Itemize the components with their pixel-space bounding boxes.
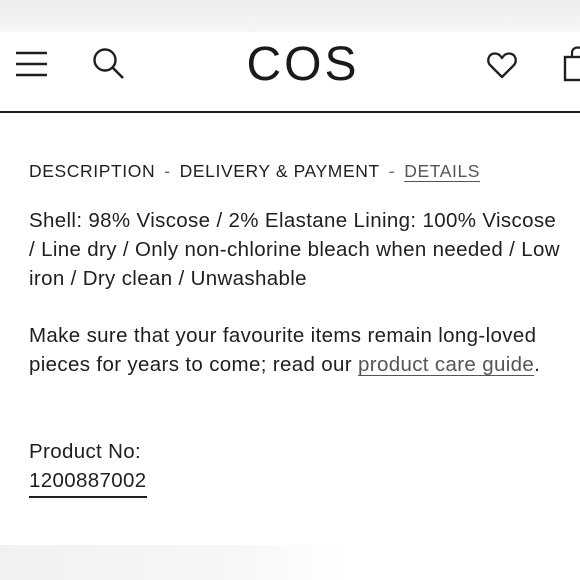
- heart-icon[interactable]: [486, 49, 518, 81]
- tab-delivery-payment[interactable]: DELIVERY & PAYMENT: [180, 161, 380, 181]
- menu-icon[interactable]: [16, 51, 48, 77]
- tab-separator: -: [388, 160, 396, 181]
- product-number-label: Product No:: [29, 440, 142, 463]
- care-guide-period: .: [534, 353, 541, 376]
- tab-details[interactable]: DETAILS: [404, 161, 480, 181]
- bottom-fade: [0, 545, 580, 580]
- product-number-value: 1200887002: [29, 466, 147, 498]
- site-header: COS: [0, 32, 580, 113]
- product-care-guide-link[interactable]: product care guide: [358, 353, 534, 376]
- brand-logo[interactable]: COS: [246, 40, 360, 90]
- tab-description[interactable]: DESCRIPTION: [29, 161, 155, 181]
- composition-care-text: Shell: 98% Viscose / 2% Elastane Lining:…: [29, 209, 560, 290]
- product-info-tabs: DESCRIPTION - DELIVERY & PAYMENT - DETAILS: [29, 160, 480, 182]
- search-icon[interactable]: [92, 47, 126, 81]
- tab-separator: -: [164, 160, 171, 181]
- bag-icon[interactable]: [563, 46, 580, 82]
- care-guide-paragraph: Make sure that your favourite items rema…: [29, 321, 559, 379]
- top-strip: [0, 0, 580, 32]
